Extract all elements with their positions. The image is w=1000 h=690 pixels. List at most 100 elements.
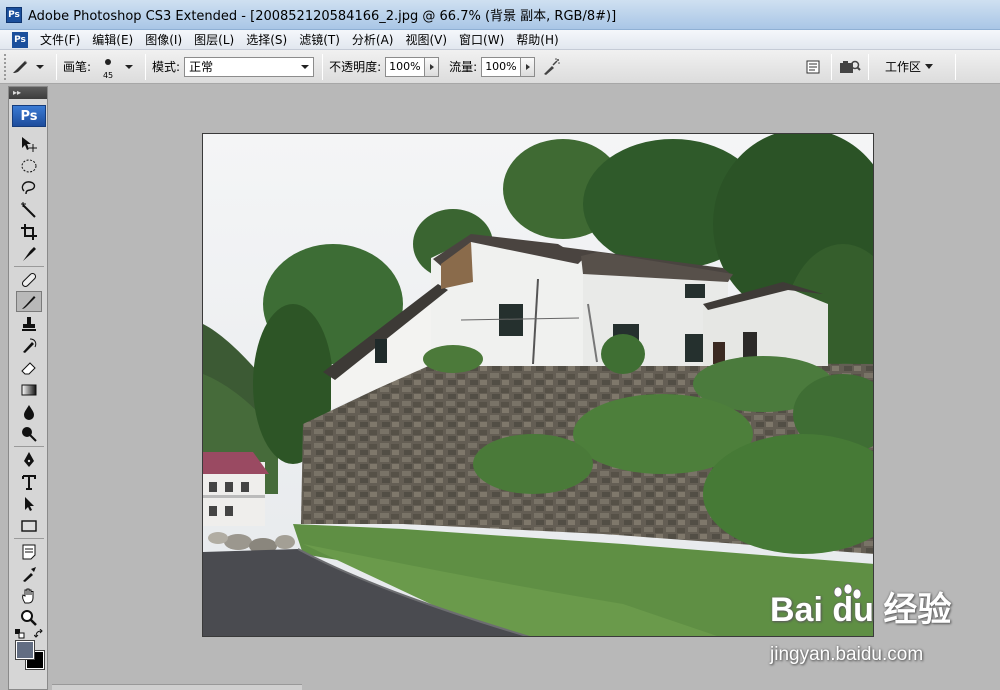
eyedropper-tool[interactable]	[16, 563, 42, 584]
rectangle-icon	[21, 519, 37, 532]
slice-tool[interactable]	[16, 243, 42, 264]
menu-bar: Ps 文件(F) 编辑(E) 图像(I) 图层(L) 选择(S) 滤镜(T) 分…	[0, 30, 1000, 50]
zoom-tool[interactable]	[16, 607, 42, 628]
workspace-label: 工作区	[884, 60, 921, 74]
stamp-icon	[22, 316, 36, 331]
toolbox: ▸▸ Ps	[8, 86, 48, 690]
color-swatches	[12, 629, 46, 673]
note-icon	[22, 544, 36, 559]
move-tool[interactable]	[16, 133, 42, 154]
dodge-tool[interactable]	[16, 423, 42, 444]
pen-nib-icon	[24, 451, 34, 467]
brush-icon	[22, 295, 36, 309]
bandage-icon	[21, 272, 37, 287]
mode-value: 正常	[189, 60, 214, 74]
lasso-icon	[21, 180, 36, 194]
paw-logo-icon	[833, 583, 862, 600]
history-brush-icon	[23, 338, 37, 353]
shape-tool[interactable]	[16, 515, 42, 536]
brush-icon	[13, 60, 28, 73]
brush-dropdown-icon[interactable]	[125, 64, 134, 69]
baidu-watermark: Bai du 经验 jingyan.baidu.com	[770, 582, 990, 672]
chevron-down-icon	[301, 64, 310, 69]
menu-app-icon[interactable]: Ps	[12, 31, 28, 48]
foreground-color-swatch[interactable]	[15, 640, 35, 660]
crop-tool[interactable]	[16, 221, 42, 242]
default-colors-icon[interactable]	[15, 629, 25, 639]
eyedropper-icon	[23, 566, 36, 582]
gradient-icon	[21, 384, 37, 395]
menu-edit[interactable]: 编辑(E)	[86, 30, 139, 50]
marquee-tool[interactable]	[16, 155, 42, 176]
clone-stamp-tool[interactable]	[16, 313, 42, 334]
eraser-tool[interactable]	[16, 357, 42, 378]
bridge-button[interactable]	[838, 55, 862, 79]
magnifier-icon	[21, 609, 37, 626]
options-bar: 画笔: 45 模式: 正常 不透明度: 100% 流量: 100% 工作区	[0, 50, 1000, 84]
menu-view[interactable]: 视图(V)	[399, 30, 453, 50]
title-bar: Ps Adobe Photoshop CS3 Extended - [20085…	[0, 0, 1000, 30]
eraser-icon	[21, 361, 36, 374]
menu-filter[interactable]: 滤镜(T)	[293, 30, 346, 50]
workspace-menu-button[interactable]: 工作区	[875, 54, 949, 80]
toolbox-logo[interactable]: Ps	[12, 105, 46, 127]
tool-preset-picker[interactable]	[10, 54, 50, 80]
pen-tool[interactable]	[16, 449, 42, 470]
dodge-icon	[22, 426, 37, 442]
status-bar	[52, 684, 302, 690]
selection-arrow-icon	[25, 496, 34, 511]
photoshop-app-icon: Ps	[6, 6, 22, 23]
blur-tool[interactable]	[16, 401, 42, 422]
swap-colors-icon[interactable]	[34, 629, 44, 639]
menu-help[interactable]: 帮助(H)	[510, 30, 564, 50]
window-title: Adobe Photoshop CS3 Extended - [20085212…	[28, 9, 617, 24]
photo-village-house	[203, 134, 873, 636]
chevron-down-icon	[925, 64, 933, 69]
opacity-input[interactable]: 100%	[385, 56, 426, 77]
slice-knife-icon	[23, 246, 36, 261]
move-arrow-icon	[22, 136, 37, 152]
healing-brush-tool[interactable]	[16, 269, 42, 290]
menu-select[interactable]: 选择(S)	[240, 30, 293, 50]
document-canvas[interactable]	[202, 133, 874, 637]
airbrush-button[interactable]	[539, 55, 563, 79]
magic-wand-icon	[21, 201, 36, 218]
mode-select[interactable]: 正常	[184, 56, 315, 77]
ellipse-marquee-icon	[21, 159, 37, 172]
hand-tool[interactable]	[16, 585, 42, 606]
crop-icon	[21, 223, 37, 240]
gradient-tool[interactable]	[16, 379, 42, 400]
brush-label: 画笔:	[63, 60, 92, 74]
type-t-icon	[22, 474, 36, 490]
palette-well-button[interactable]	[801, 55, 825, 79]
chevron-down-icon	[36, 64, 44, 69]
flow-input[interactable]: 100%	[481, 56, 522, 77]
menu-analysis[interactable]: 分析(A)	[346, 30, 400, 50]
lasso-tool[interactable]	[16, 177, 42, 198]
history-brush-tool[interactable]	[16, 335, 42, 356]
menu-image[interactable]: 图像(I)	[139, 30, 188, 50]
mode-label: 模式:	[152, 60, 181, 74]
document-icon	[806, 60, 820, 73]
opacity-label: 不透明度:	[329, 60, 382, 74]
menu-window[interactable]: 窗口(W)	[453, 30, 510, 50]
airbrush-icon	[544, 57, 560, 75]
opacity-slider-button[interactable]	[425, 56, 440, 77]
flow-slider-button[interactable]	[521, 56, 536, 77]
menu-file[interactable]: 文件(F)	[34, 30, 86, 50]
menu-layer[interactable]: 图层(L)	[188, 30, 240, 50]
brush-tip-icon	[105, 58, 112, 65]
water-drop-icon	[24, 404, 34, 420]
hand-icon	[22, 588, 34, 603]
toolbox-collapse-button[interactable]: ▸▸	[9, 87, 47, 99]
type-tool[interactable]	[16, 471, 42, 492]
brush-tool[interactable]	[16, 291, 42, 312]
notes-tool[interactable]	[16, 541, 42, 562]
path-selection-tool[interactable]	[16, 493, 42, 514]
brush-size-value: 45	[102, 70, 114, 80]
bridge-icon	[839, 60, 861, 73]
watermark-url: jingyan.baidu.com	[770, 644, 924, 665]
flow-label: 流量:	[449, 60, 478, 74]
brush-picker[interactable]: 45	[95, 54, 121, 80]
magic-wand-tool[interactable]	[16, 199, 42, 220]
